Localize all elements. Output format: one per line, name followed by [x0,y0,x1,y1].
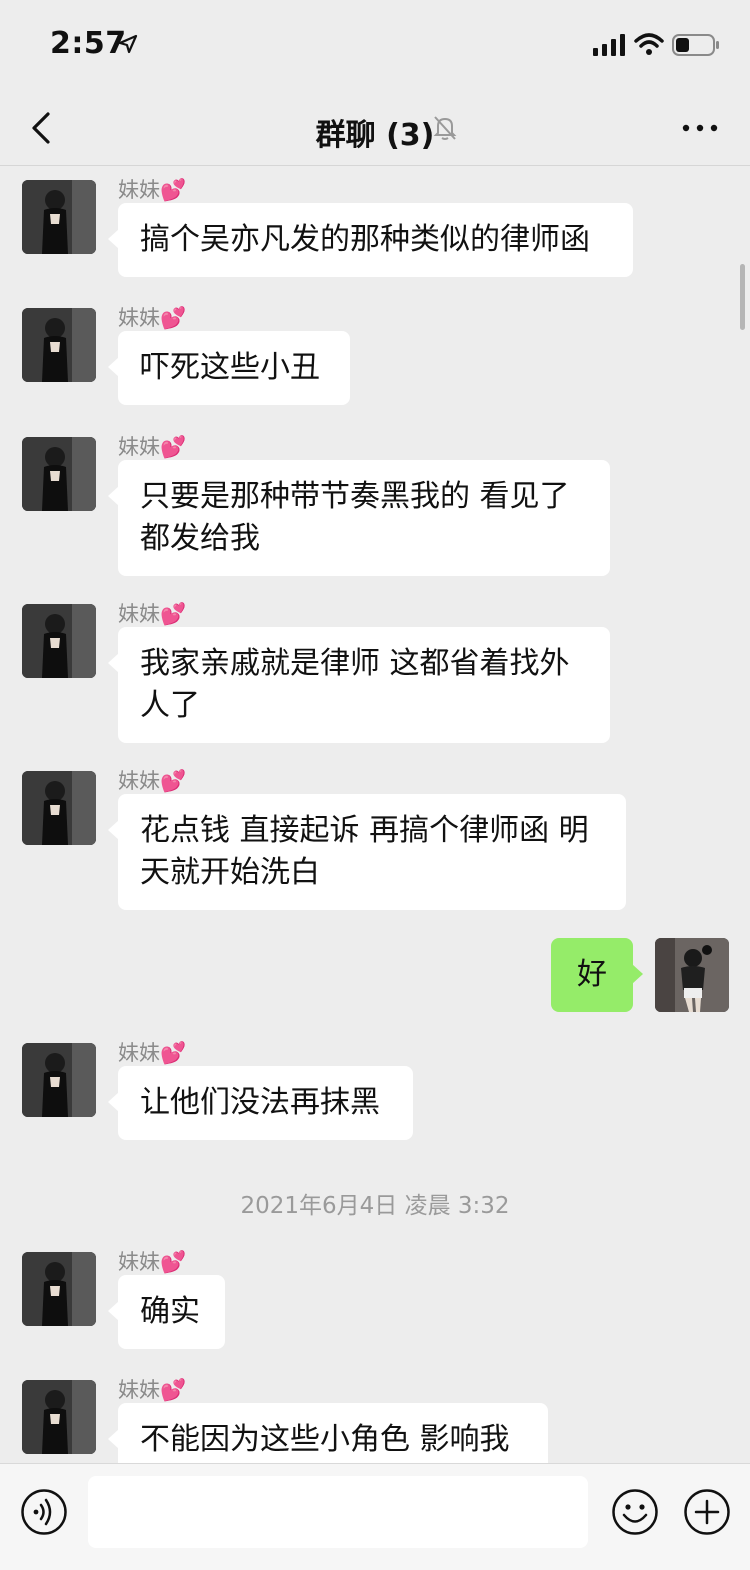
sender-name: 妹妹💕 [118,1041,187,1065]
contact-avatar[interactable] [22,604,96,678]
more-options-button[interactable] [680,114,720,142]
message-bubble[interactable]: 不能因为这些小角色 影响我 [108,1403,548,1463]
contact-avatar[interactable] [22,308,96,382]
sender-name: 妹妹💕 [118,306,187,330]
sender-name: 妹妹💕 [118,1378,187,1402]
my-message-bubble[interactable]: 好 [551,938,643,1012]
message-bubble[interactable]: 搞个吴亦凡发的那种类似的律师函 [108,203,633,277]
chat-input-bar [0,1463,750,1570]
message-timestamp: 2021年6月4日 凌晨 3:32 [240,1193,510,1219]
contact-avatar[interactable] [22,771,96,845]
message-bubble[interactable]: 确实 [108,1275,225,1349]
chat-title: 群聊 (3) [315,118,435,153]
message-bubble[interactable]: 我家亲戚就是律师 这都省着找外人了 [108,627,610,743]
navigation-bar: 群聊 (3) [0,90,750,166]
contact-avatar[interactable] [22,1380,96,1454]
message-bubble[interactable]: 只要是那种带节奏黑我的 看见了都发给我 [108,460,610,576]
emoji-button[interactable] [611,1488,659,1536]
contact-avatar[interactable] [22,1252,96,1326]
scrollbar[interactable] [740,264,745,330]
message-bubble[interactable]: 吓死这些小丑 [108,331,350,405]
sender-name: 妹妹💕 [118,1250,187,1274]
voice-input-button[interactable] [20,1488,68,1536]
battery-icon [672,34,719,56]
sender-name: 妹妹💕 [118,602,187,626]
cellular-signal-icon [593,34,625,56]
sender-name: 妹妹💕 [118,769,187,793]
wifi-icon [634,33,664,55]
plus-more-button[interactable] [683,1488,731,1536]
sender-name: 妹妹💕 [118,178,187,202]
location-arrow-icon [118,34,138,54]
status-time: 2:57 [50,26,127,61]
my-avatar[interactable] [655,938,729,1012]
sender-name: 妹妹💕 [118,435,187,459]
message-bubble[interactable]: 花点钱 直接起诉 再搞个律师函 明天就开始洗白 [108,794,626,910]
message-input[interactable] [88,1476,588,1548]
status-bar: 2:57 [0,0,750,90]
message-bubble[interactable]: 让他们没法再抹黑 [108,1066,413,1140]
mute-bell-icon [433,116,457,140]
chat-message-list[interactable]: 妹妹💕 搞个吴亦凡发的那种类似的律师函 妹妹💕 吓死这些小丑 妹妹💕 只要是那种… [0,167,750,1463]
contact-avatar[interactable] [22,437,96,511]
contact-avatar[interactable] [22,1043,96,1117]
contact-avatar[interactable] [22,180,96,254]
